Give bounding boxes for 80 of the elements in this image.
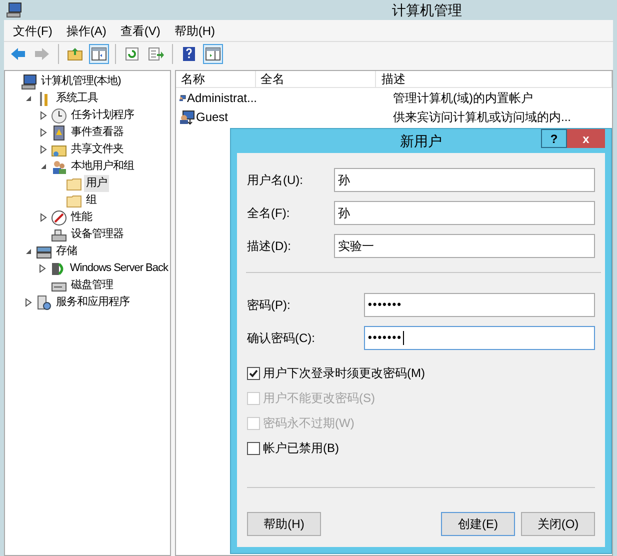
tree-pane-icon [91, 47, 107, 61]
expanded-caret-icon[interactable] [40, 163, 46, 170]
expanded-caret-icon[interactable] [24, 95, 32, 102]
action-pane-icon [205, 47, 221, 61]
device-icon [51, 226, 67, 242]
text-field[interactable]: 实验一 [334, 234, 595, 258]
collapsed-caret-icon[interactable] [38, 264, 46, 273]
menu-item[interactable]: 操作(A) [66, 22, 106, 40]
checkbox-label: 用户不能更改密码(S) [263, 390, 375, 407]
toolbar-button[interactable] [203, 44, 223, 64]
field-label: 确认密码(C): [247, 330, 316, 347]
dialog-title: 新用户 [400, 132, 442, 150]
column-header[interactable]: 全名 [256, 71, 376, 87]
tree-item[interactable]: 组 [84, 192, 98, 209]
column-header[interactable]: 名称 [176, 71, 256, 87]
event-log-icon [51, 124, 67, 140]
dialog-button[interactable]: 关闭(O) [521, 512, 595, 536]
folder-up-icon [67, 47, 83, 61]
computer-management-icon [6, 2, 22, 18]
users-icon [51, 158, 67, 174]
tree-item[interactable]: 性能 [69, 209, 94, 226]
storage-icon [36, 244, 52, 260]
help-button[interactable]: ? [541, 129, 567, 148]
table-cell: 供来宾访问计算机或访问域的内... [393, 110, 572, 124]
folder-icon [66, 176, 82, 192]
field-label: 描述(D): [247, 238, 292, 255]
computer-icon [21, 74, 37, 90]
menu-item[interactable]: 查看(V) [120, 22, 160, 40]
help-book-icon [182, 46, 196, 62]
tree-item[interactable]: 事件查看器 [69, 124, 126, 141]
collapsed-caret-icon[interactable] [40, 145, 46, 154]
tree-item[interactable]: 用户 [84, 175, 109, 192]
column-header[interactable]: 描述 [376, 71, 612, 87]
tree-item[interactable]: 磁盘管理 [69, 277, 115, 294]
checkbox-label: 密码永不过期(W) [263, 415, 354, 432]
gauge-icon [51, 210, 67, 226]
text-field[interactable]: 孙 [334, 201, 595, 225]
tree-item[interactable]: 共享文件夹 [69, 141, 126, 158]
expanded-caret-icon[interactable] [24, 248, 32, 255]
checkbox[interactable] [247, 442, 260, 454]
services-icon [36, 294, 52, 310]
backup-icon [50, 260, 66, 276]
password-field[interactable]: ••••••• [364, 326, 595, 350]
checkbox-label: 帐户已禁用(B) [263, 440, 339, 457]
tree-item[interactable]: 本地用户和组 [69, 158, 136, 175]
table-cell[interactable]: Administrat... [186, 88, 257, 106]
tree-item[interactable]: 计算机管理(本地) [39, 73, 123, 90]
checkbox[interactable] [247, 366, 260, 380]
text-field[interactable]: 孙 [334, 168, 595, 192]
password-field[interactable]: ••••••• [364, 293, 595, 317]
collapsed-caret-icon[interactable] [24, 298, 32, 307]
tree-item[interactable]: 系统工具 [54, 90, 100, 107]
table-cell[interactable]: Guest [196, 108, 228, 126]
close-button[interactable]: x [567, 129, 605, 148]
menu-item[interactable]: 帮助(H) [174, 22, 215, 40]
user-icon [179, 108, 195, 124]
forward-arrow-icon [34, 47, 50, 61]
refresh-icon [124, 47, 140, 61]
field-label: 全名(F): [247, 205, 291, 222]
menu-item[interactable]: 文件(F) [13, 22, 52, 40]
field-label: 密码(P): [247, 297, 292, 314]
collapsed-caret-icon[interactable] [40, 213, 46, 222]
tree-item[interactable]: 设备管理器 [69, 226, 126, 243]
checkbox-label: 用户下次登录时须更改密码(M) [263, 365, 425, 382]
table-cell: 管理计算机(域)的内置帐户 [393, 90, 533, 104]
export-list-icon [148, 47, 164, 61]
collapsed-caret-icon[interactable] [40, 111, 46, 120]
dialog-button[interactable]: 创建(E) [441, 512, 515, 536]
tree-item[interactable]: 存储 [54, 243, 79, 260]
field-label: 用户名(U): [247, 172, 304, 189]
folder-icon [66, 192, 82, 208]
tree-item[interactable]: Windows Server Back [68, 260, 170, 277]
tree-item[interactable]: 服务和应用程序 [54, 294, 132, 311]
tree-item[interactable]: 任务计划程序 [69, 107, 136, 124]
toolbar-button[interactable] [89, 44, 109, 64]
collapsed-caret-icon[interactable] [40, 128, 46, 137]
window-title: 计算机管理 [392, 1, 462, 20]
clock-icon [51, 108, 67, 124]
dialog-button[interactable]: 帮助(H) [247, 512, 321, 536]
back-arrow-icon [10, 47, 26, 61]
